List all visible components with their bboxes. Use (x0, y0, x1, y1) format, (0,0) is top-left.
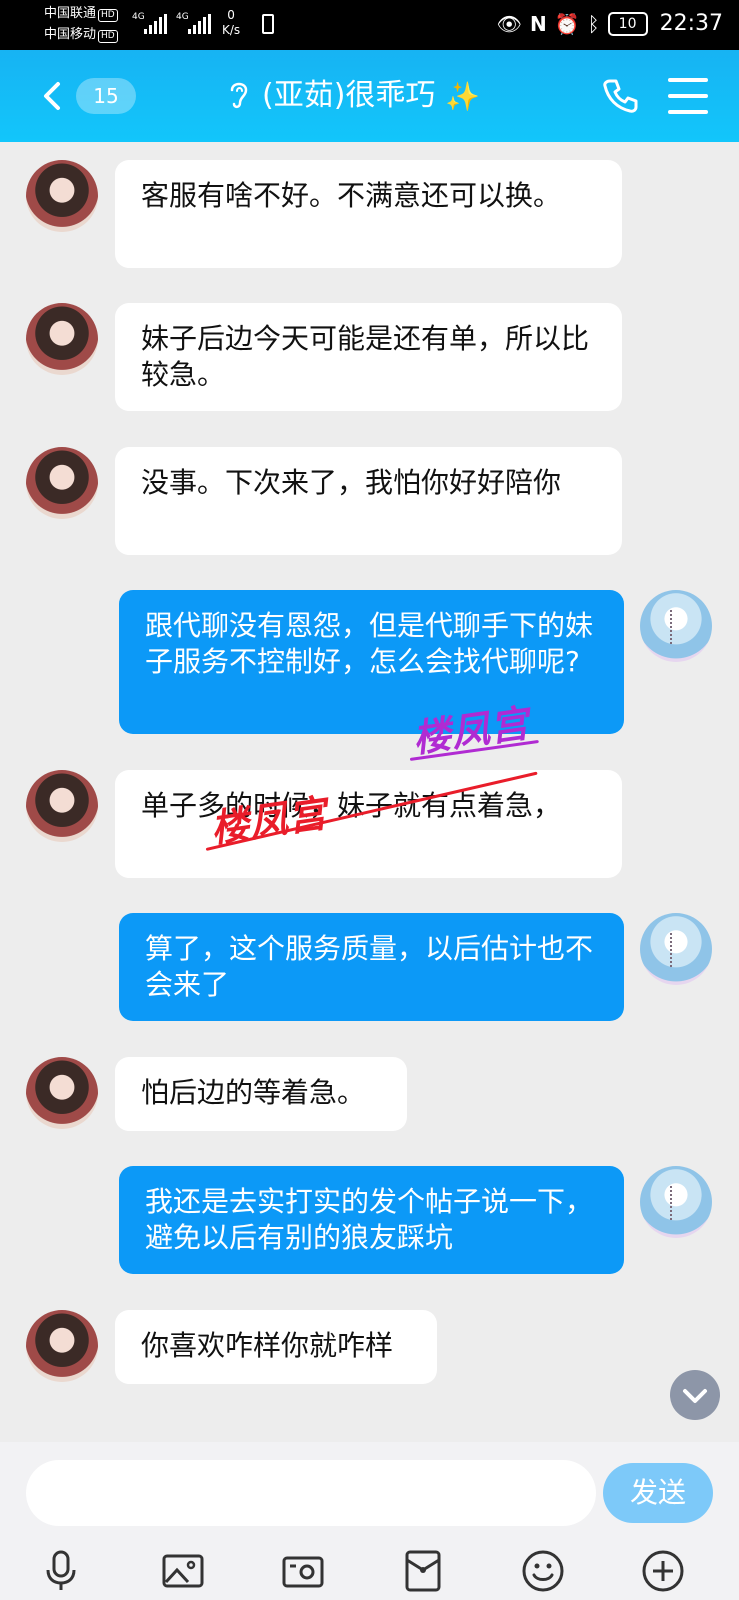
message-bubble[interactable]: 怕后边的等着急。 (115, 1057, 407, 1131)
chat-title-group[interactable]: (亚茹)很乖巧 ✨ (226, 74, 480, 118)
voice-button[interactable] (38, 1548, 84, 1594)
back-button[interactable] (34, 76, 74, 116)
message-bubble[interactable]: 客服有啥不好。不满意还可以换。 (115, 160, 622, 268)
phone-icon (603, 79, 638, 113)
carrier-1: 中国联通 HD (44, 6, 118, 22)
message-bubble[interactable]: 没事。下次来了，我怕你好好陪你 (115, 447, 622, 555)
network-type-2: 4G (176, 12, 189, 22)
avatar[interactable] (26, 160, 98, 232)
chat-title: (亚茹)很乖巧 (262, 78, 436, 113)
send-button[interactable]: 发送 (603, 1463, 713, 1523)
avatar[interactable] (640, 590, 712, 662)
more-button[interactable] (640, 1548, 686, 1594)
call-button[interactable] (600, 76, 640, 116)
avatar[interactable] (640, 1166, 712, 1238)
message-bubble[interactable]: 跟代聊没有恩怨，但是代聊手下的妹子服务不控制好，怎么会找代聊呢? (119, 590, 624, 734)
message-bubble[interactable]: 你喜欢咋样你就咋样 (115, 1310, 437, 1384)
avatar[interactable] (26, 1057, 98, 1129)
net-speed: 0 K/s (222, 8, 241, 37)
camera-button[interactable] (280, 1548, 326, 1594)
network-type-1: 4G (132, 12, 145, 22)
sparkle-emoji: ✨ (445, 79, 481, 113)
battery-icon: 10 (607, 12, 648, 36)
red-packet-button[interactable] (400, 1548, 446, 1594)
camera-icon (282, 1556, 324, 1588)
sim-icon (262, 14, 274, 34)
chevron-down-icon (683, 1389, 707, 1403)
avatar[interactable] (26, 303, 98, 375)
menu-button[interactable] (668, 78, 708, 114)
menu-icon-line (668, 94, 708, 98)
emoji-icon (522, 1550, 564, 1592)
message-input[interactable] (26, 1460, 596, 1526)
message-bubble[interactable]: 妹子后边今天可能是还有单，所以比较急。 (115, 303, 622, 411)
photo-button[interactable] (160, 1548, 206, 1594)
avatar[interactable] (26, 770, 98, 842)
plus-icon (642, 1550, 684, 1592)
input-area: 发送 (0, 1442, 739, 1600)
input-toolbar (0, 1546, 739, 1596)
message-bubble[interactable]: 我还是去实打实的发个帖子说一下，避免以后有别的狼友踩坑 (119, 1166, 624, 1274)
unread-count-badge[interactable]: 15 (76, 78, 136, 114)
watermark-underline (409, 739, 539, 761)
menu-icon-line (668, 78, 708, 82)
avatar[interactable] (26, 447, 98, 519)
signal-icon-1 (144, 14, 167, 34)
avatar[interactable] (640, 913, 712, 985)
chevron-left-icon (44, 82, 60, 110)
message-bubble[interactable]: 算了，这个服务质量，以后估计也不会来了 (119, 913, 624, 1021)
eye-icon: 👁 (496, 12, 522, 36)
ear-icon (226, 76, 252, 116)
scroll-to-bottom-button[interactable] (670, 1370, 720, 1420)
clock: 22:37 (659, 11, 723, 36)
status-icons: 👁 N ⏰ ᛒ 10 22:37 (497, 10, 723, 38)
nfc-icon: N (529, 12, 547, 36)
signal-icon-2 (188, 14, 211, 34)
image-icon (162, 1554, 204, 1588)
carrier-2: 中国移动 HD (44, 27, 118, 43)
alarm-icon: ⏰ (554, 12, 580, 36)
menu-icon-line (668, 110, 708, 114)
red-packet-icon (405, 1550, 441, 1592)
message-bubble[interactable]: 单子多的时候，妹子就有点着急， (115, 770, 622, 878)
microphone-icon (46, 1550, 76, 1590)
status-bar: 中国联通 HD 中国移动 HD 4G 4G 0 K/s 👁 N ⏰ ᛒ 10 22:3… (0, 0, 739, 50)
bluetooth-icon: ᛒ (587, 12, 600, 36)
emoji-button[interactable] (520, 1548, 566, 1594)
chat-header: 15 (亚茹)很乖巧 ✨ (0, 50, 739, 142)
avatar[interactable] (26, 1310, 98, 1382)
